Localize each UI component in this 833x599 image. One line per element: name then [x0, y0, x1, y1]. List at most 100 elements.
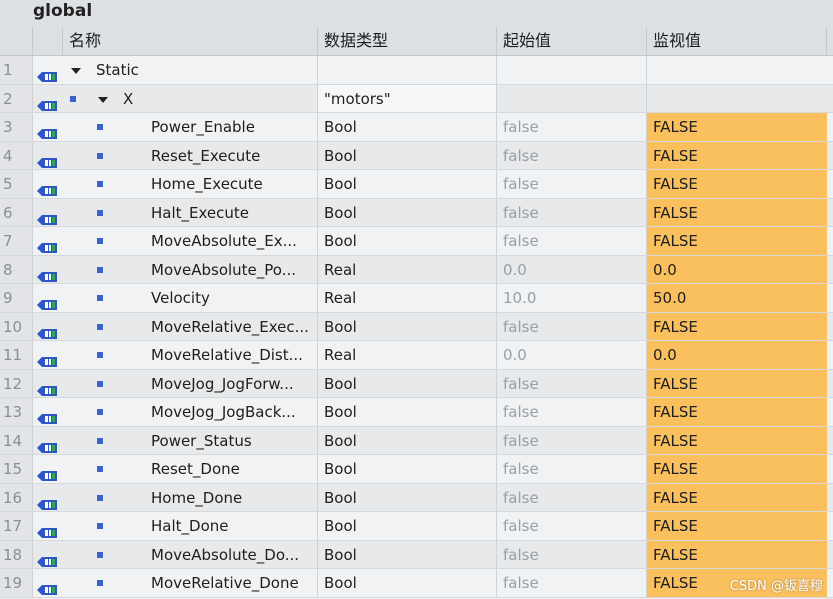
data-type-cell[interactable]: "motors" — [318, 84, 497, 112]
name-cell[interactable]: MoveAbsolute_Ex... — [63, 227, 318, 255]
start-value-cell[interactable]: 0.0 — [497, 341, 647, 369]
row-number: 13 — [0, 398, 33, 426]
start-value-cell[interactable]: false — [497, 369, 647, 397]
data-type-cell[interactable]: Bool — [318, 569, 497, 597]
row-icon-cell — [33, 170, 63, 198]
name-cell[interactable]: Power_Status — [63, 426, 318, 454]
name-cell[interactable]: MoveRelative_Done — [63, 569, 318, 597]
data-type-cell[interactable]: Bool — [318, 398, 497, 426]
table-row[interactable]: 3 Power_Enable Bool false FALSE — [0, 113, 833, 142]
tag-name: X — [123, 89, 134, 108]
triangle-down-icon[interactable] — [98, 96, 108, 103]
header-start-value[interactable]: 起始值 — [497, 27, 647, 55]
data-type-value: Bool — [324, 545, 357, 564]
table-row[interactable]: 4 Reset_Execute Bool false FALSE — [0, 141, 833, 170]
name-cell[interactable]: Halt_Done — [63, 512, 318, 540]
name-cell[interactable]: Static — [63, 56, 318, 84]
name-cell[interactable]: MoveRelative_Exec... — [63, 312, 318, 340]
start-value-cell[interactable]: false — [497, 483, 647, 511]
data-type-cell[interactable]: Bool — [318, 540, 497, 568]
start-value-cell[interactable] — [497, 84, 647, 112]
name-cell[interactable]: X — [63, 84, 318, 112]
interface-tag-icon — [37, 64, 57, 82]
table-row[interactable]: 1 Static — [0, 56, 833, 85]
data-type-cell[interactable]: Bool — [318, 113, 497, 141]
data-type-cell[interactable]: Real — [318, 341, 497, 369]
name-cell[interactable]: Home_Done — [63, 483, 318, 511]
data-type-cell[interactable]: Bool — [318, 426, 497, 454]
start-value-cell[interactable]: false — [497, 540, 647, 568]
data-type-cell[interactable]: Bool — [318, 369, 497, 397]
table-row[interactable]: 10 MoveRelative_Exec... Bool false FALSE — [0, 312, 833, 341]
start-value-cell[interactable]: false — [497, 569, 647, 597]
table-row[interactable]: 7 MoveAbsolute_Ex... Bool false FALSE — [0, 227, 833, 256]
table-row[interactable]: 8 MoveAbsolute_Po... Real 0.0 0.0 — [0, 255, 833, 284]
header-monitor-value[interactable]: 监视值 — [647, 27, 827, 55]
start-value-cell[interactable]: 0.0 — [497, 255, 647, 283]
start-value-cell[interactable]: 10.0 — [497, 284, 647, 312]
start-value-cell[interactable]: false — [497, 113, 647, 141]
name-cell[interactable]: Halt_Execute — [63, 198, 318, 226]
start-value-cell[interactable]: false — [497, 141, 647, 169]
start-value-cell[interactable] — [497, 56, 647, 84]
name-cell[interactable]: MoveJog_JogForw... — [63, 369, 318, 397]
start-value-cell[interactable]: false — [497, 170, 647, 198]
name-cell[interactable]: Velocity — [63, 284, 318, 312]
data-type-cell[interactable]: Bool — [318, 227, 497, 255]
name-cell[interactable]: MoveJog_JogBack... — [63, 398, 318, 426]
data-type-cell[interactable]: Bool — [318, 483, 497, 511]
name-cell[interactable]: Power_Enable — [63, 113, 318, 141]
monitor-value-cell: FALSE — [647, 113, 827, 141]
row-number: 8 — [0, 255, 33, 283]
table-row[interactable]: 11 MoveRelative_Dist... Real 0.0 0.0 — [0, 341, 833, 370]
data-type-cell[interactable]: Bool — [318, 312, 497, 340]
triangle-down-icon[interactable] — [71, 68, 81, 74]
name-cell[interactable]: Home_Execute — [63, 170, 318, 198]
start-value-cell[interactable]: false — [497, 426, 647, 454]
data-type-cell[interactable]: Bool — [318, 141, 497, 169]
data-type-cell[interactable] — [318, 56, 497, 84]
name-cell[interactable]: MoveRelative_Dist... — [63, 341, 318, 369]
data-type-value: Bool — [324, 517, 357, 535]
start-value-cell[interactable]: false — [497, 455, 647, 483]
table-row[interactable]: 9 Velocity Real 10.0 50.0 — [0, 284, 833, 313]
row-icon-cell — [33, 455, 63, 483]
tag-name: MoveRelative_Dist... — [151, 346, 303, 364]
table-row[interactable]: 18 MoveAbsolute_Do... Bool false FALSE — [0, 540, 833, 569]
data-type-cell[interactable]: Real — [318, 284, 497, 312]
start-value-cell[interactable]: false — [497, 512, 647, 540]
name-cell[interactable]: MoveAbsolute_Do... — [63, 540, 318, 568]
monitor-value-cell: FALSE — [647, 512, 827, 540]
name-cell[interactable]: Reset_Execute — [63, 141, 318, 169]
member-square-icon — [97, 380, 103, 387]
start-value-cell[interactable]: false — [497, 227, 647, 255]
data-type-cell[interactable]: Real — [318, 255, 497, 283]
data-type-cell[interactable]: Bool — [318, 198, 497, 226]
interface-tag-icon — [37, 292, 57, 310]
table-row[interactable]: 2 X "motors" — [0, 84, 833, 113]
start-value-cell[interactable]: false — [497, 198, 647, 226]
table-row[interactable]: 12 MoveJog_JogForw... Bool false FALSE — [0, 369, 833, 398]
data-type-cell[interactable]: Bool — [318, 170, 497, 198]
table-row[interactable]: 5 Home_Execute Bool false FALSE — [0, 170, 833, 199]
data-type-value: Real — [324, 260, 357, 279]
table-row[interactable]: 14 Power_Status Bool false FALSE — [0, 426, 833, 455]
row-number: 16 — [0, 483, 33, 511]
table-row[interactable]: 19 MoveRelative_Done Bool false FALSE — [0, 569, 833, 598]
name-cell[interactable]: MoveAbsolute_Po... — [63, 255, 318, 283]
name-cell[interactable]: Reset_Done — [63, 455, 318, 483]
table-row[interactable]: 13 MoveJog_JogBack... Bool false FALSE — [0, 398, 833, 427]
row-icon-cell — [33, 142, 63, 170]
data-type-cell[interactable]: Bool — [318, 455, 497, 483]
table-row[interactable]: 16 Home_Done Bool false FALSE — [0, 483, 833, 512]
table-row[interactable]: 15 Reset_Done Bool false FALSE — [0, 455, 833, 484]
start-value-cell[interactable]: false — [497, 398, 647, 426]
start-value-cell[interactable]: false — [497, 312, 647, 340]
row-icon-cell — [33, 85, 63, 113]
data-type-cell[interactable]: Bool — [318, 512, 497, 540]
header-data-type[interactable]: 数据类型 — [318, 27, 497, 55]
header-name[interactable]: 名称 — [63, 27, 318, 55]
table-row[interactable]: 17 Halt_Done Bool false FALSE — [0, 512, 833, 541]
table-row[interactable]: 6 Halt_Execute Bool false FALSE — [0, 198, 833, 227]
tag-name: Power_Status — [151, 431, 252, 450]
